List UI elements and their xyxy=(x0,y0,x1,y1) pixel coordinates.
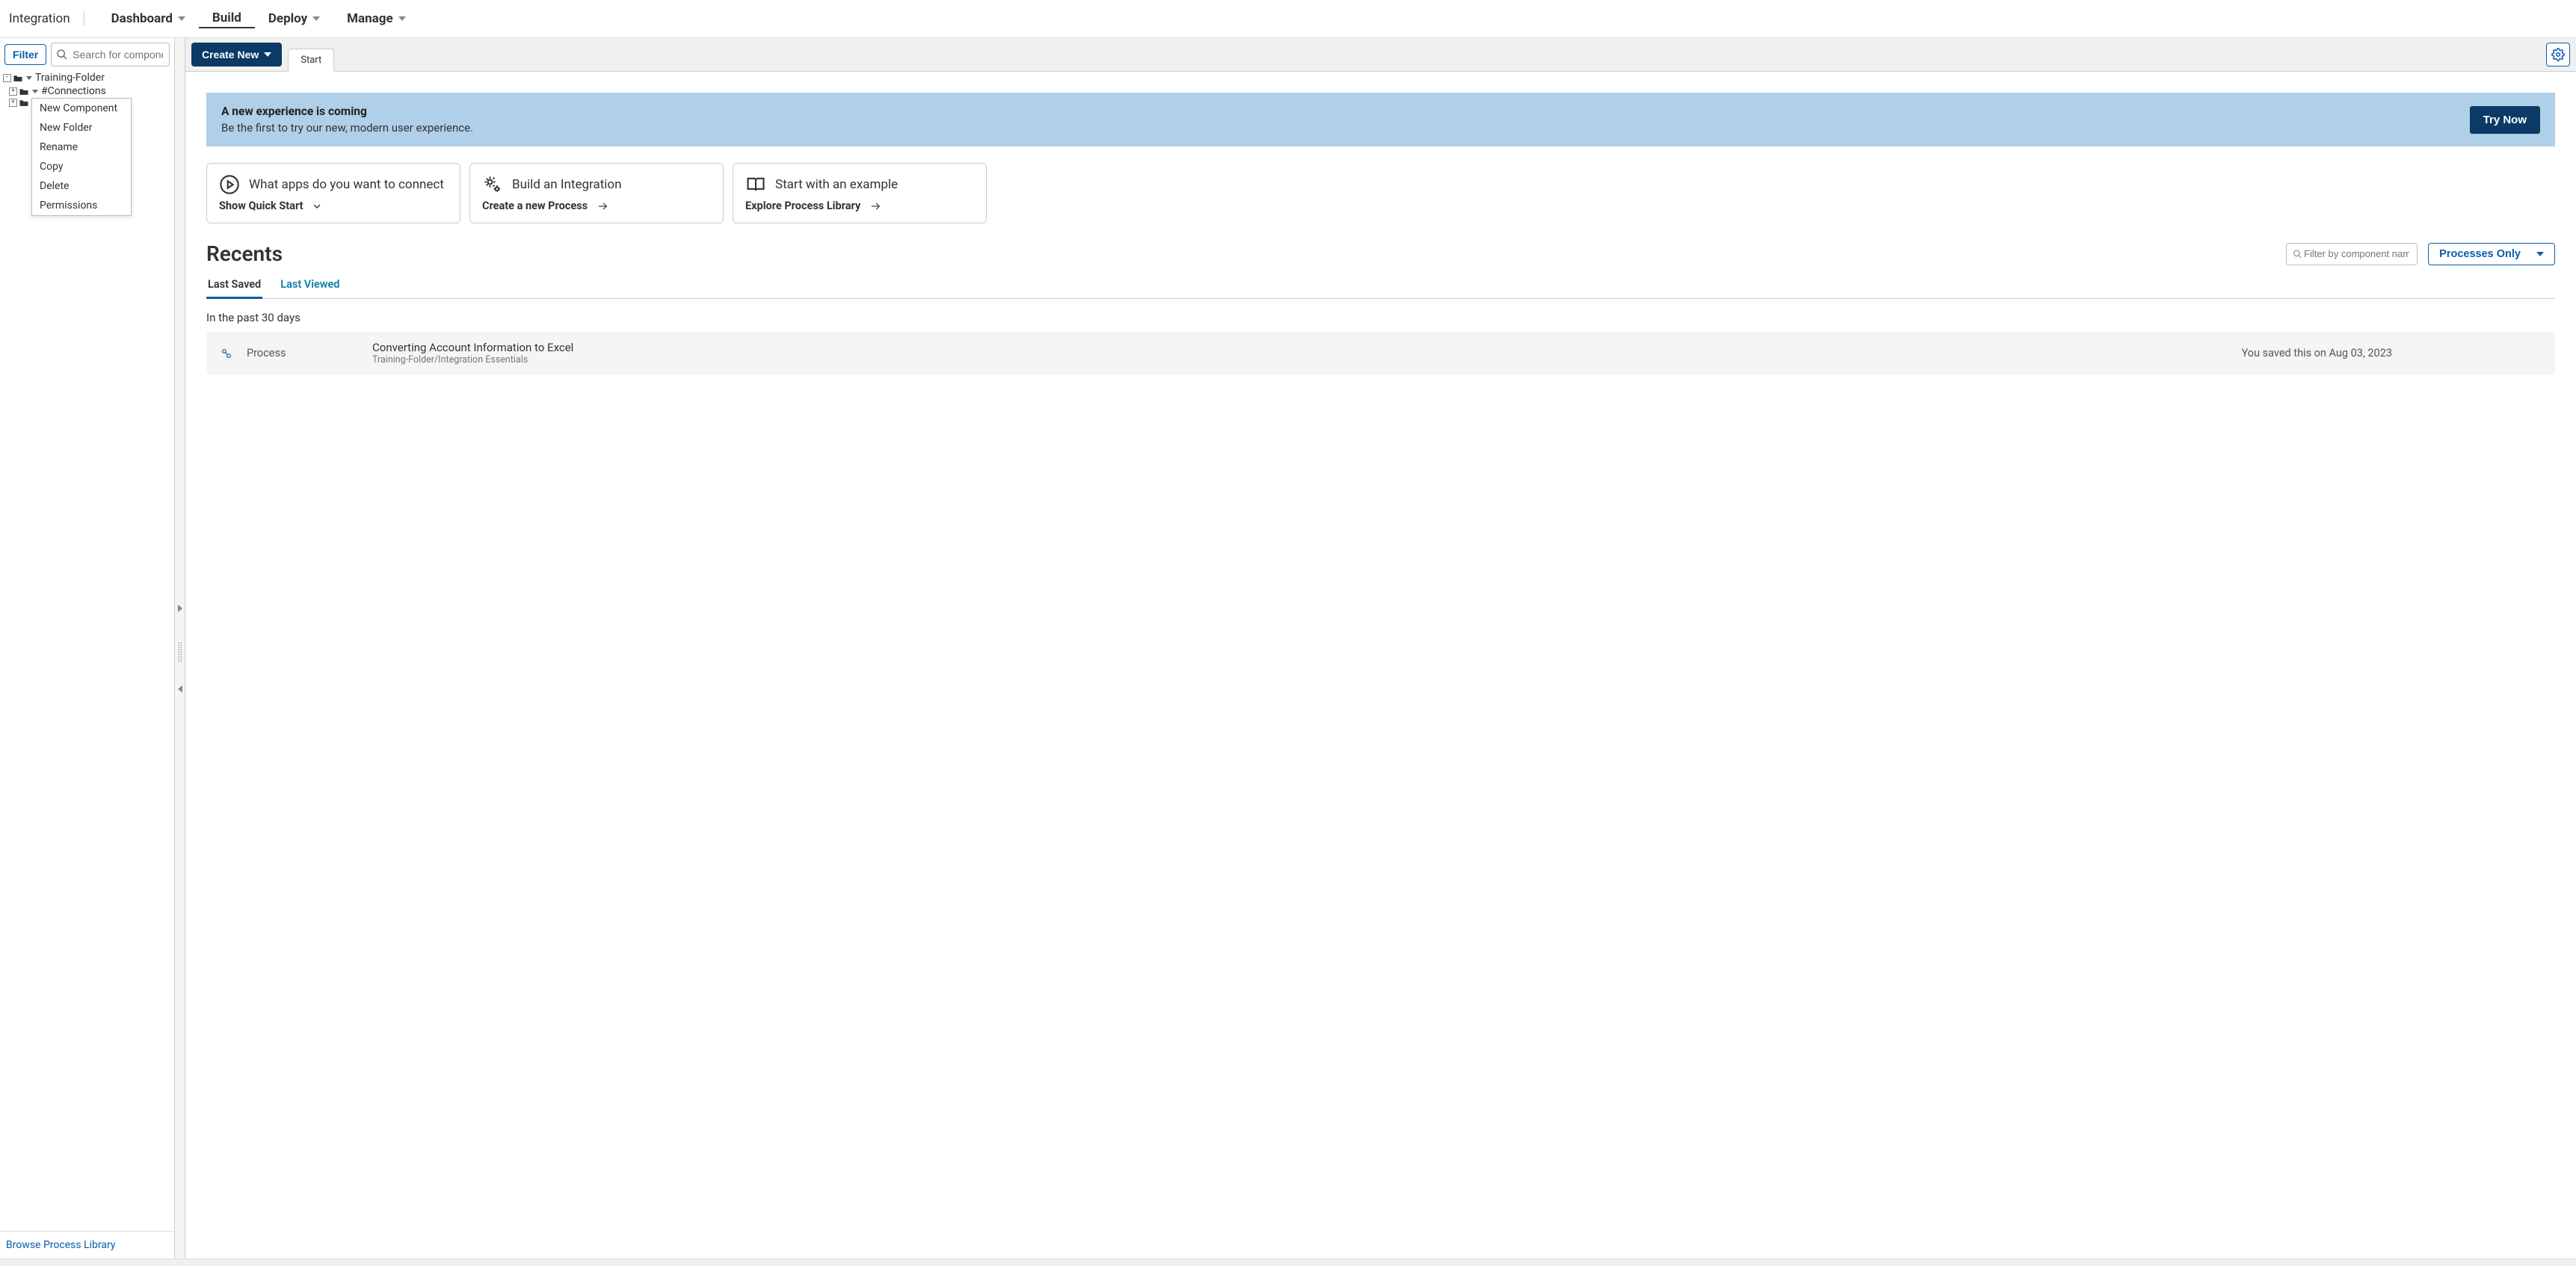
component-tree: − Training-Folder + #Connections + New C… xyxy=(0,70,174,1231)
explore-process-library-link[interactable]: Explore Process Library xyxy=(745,200,974,212)
recent-name: Converting Account Information to Excel xyxy=(372,341,2228,354)
ctx-rename[interactable]: Rename xyxy=(32,138,131,157)
nav-build[interactable]: Build xyxy=(199,10,255,28)
processes-only-button[interactable]: Processes Only xyxy=(2428,243,2555,265)
recent-type: Process xyxy=(247,347,359,359)
tree-child-0-label: #Connections xyxy=(41,85,106,97)
main-area: Create New Start A new experience is com… xyxy=(185,38,2576,1259)
card-2-link-label: Explore Process Library xyxy=(745,200,860,212)
tree-context-menu: New Component New Folder Rename Copy Del… xyxy=(31,98,132,216)
banner-subtitle: Be the first to try our new, modern user… xyxy=(221,121,2470,135)
search-input-wrap[interactable] xyxy=(51,43,170,67)
chevron-right-icon[interactable] xyxy=(178,605,182,612)
recent-path: Training-Folder/Integration Essentials xyxy=(372,354,2228,365)
search-icon xyxy=(2293,249,2302,259)
caret-down-icon xyxy=(264,52,271,57)
create-new-label: Create New xyxy=(202,49,259,61)
recents-filter-input[interactable] xyxy=(2302,247,2411,260)
tab-last-viewed-label: Last Viewed xyxy=(280,278,339,291)
ctx-new-component[interactable]: New Component xyxy=(32,99,131,118)
settings-button[interactable] xyxy=(2546,43,2570,67)
gear-icon xyxy=(2551,48,2565,61)
tree-row-root[interactable]: − Training-Folder xyxy=(0,71,174,84)
caret-down-icon xyxy=(312,16,320,21)
show-quick-start-link[interactable]: Show Quick Start xyxy=(219,200,448,212)
top-nav: Integration Dashboard Build Deploy Manag… xyxy=(0,0,2576,38)
book-open-icon xyxy=(745,174,766,195)
nav-dashboard[interactable]: Dashboard xyxy=(98,11,199,26)
nav-build-label: Build xyxy=(212,10,241,25)
resize-gutter[interactable] xyxy=(175,38,185,1259)
chevron-left-icon[interactable] xyxy=(178,685,182,693)
chevron-down-icon xyxy=(311,200,323,212)
gears-icon xyxy=(482,174,503,195)
sidebar-footer: Browse Process Library xyxy=(0,1231,174,1259)
tab-last-saved-label: Last Saved xyxy=(208,278,261,291)
nav-manage-label: Manage xyxy=(347,11,393,26)
recents-header: Recents Processes Only xyxy=(206,241,2555,266)
folder-open-icon xyxy=(13,74,23,82)
recent-date: You saved this on Aug 03, 2023 xyxy=(2242,347,2542,359)
search-icon xyxy=(56,49,68,61)
caret-down-icon[interactable] xyxy=(26,76,32,80)
arrow-right-icon xyxy=(868,201,883,211)
ctx-new-folder[interactable]: New Folder xyxy=(32,118,131,138)
brand-label: Integration xyxy=(9,11,84,26)
recents-tabs: Last Saved Last Viewed xyxy=(206,272,2555,299)
tab-last-viewed[interactable]: Last Viewed xyxy=(279,272,341,298)
ctx-copy[interactable]: Copy xyxy=(32,157,131,176)
create-new-button[interactable]: Create New xyxy=(191,43,282,67)
caret-down-icon xyxy=(178,16,185,21)
nav-deploy[interactable]: Deploy xyxy=(255,11,333,26)
tab-start-label: Start xyxy=(301,55,321,66)
recents-title: Recents xyxy=(206,241,283,266)
ctx-permissions[interactable]: Permissions xyxy=(32,196,131,215)
tree-root-label: Training-Folder xyxy=(35,72,105,84)
play-circle-icon xyxy=(219,174,240,195)
folder-icon xyxy=(19,99,29,107)
sidebar: Filter − Training-Folder + #Connections … xyxy=(0,38,175,1259)
card-0-title: What apps do you want to connect xyxy=(249,177,444,192)
caret-down-icon[interactable] xyxy=(32,90,38,93)
main-toolbar: Create New Start xyxy=(185,38,2576,72)
cards-row: What apps do you want to connect Show Qu… xyxy=(206,163,2555,223)
expand-icon[interactable]: + xyxy=(9,87,17,96)
arrow-right-icon xyxy=(595,201,610,211)
recent-item[interactable]: Process Converting Account Information t… xyxy=(206,332,2555,374)
drag-handle-icon[interactable] xyxy=(178,642,182,663)
banner: A new experience is coming Be the first … xyxy=(206,93,2555,146)
tab-start[interactable]: Start xyxy=(288,49,334,72)
folder-icon xyxy=(19,87,29,96)
create-new-process-link[interactable]: Create a new Process xyxy=(482,200,711,212)
caret-down-icon xyxy=(398,16,406,21)
nav-manage[interactable]: Manage xyxy=(333,11,419,26)
card-1-link-label: Create a new Process xyxy=(482,200,588,212)
card-build-integration: Build an Integration Create a new Proces… xyxy=(469,163,724,223)
card-start-example: Start with an example Explore Process Li… xyxy=(733,163,987,223)
expand-icon[interactable]: + xyxy=(9,99,17,107)
card-connect-apps: What apps do you want to connect Show Qu… xyxy=(206,163,460,223)
recents-filter-wrap[interactable] xyxy=(2286,243,2418,265)
try-now-button[interactable]: Try Now xyxy=(2470,106,2540,134)
bottom-bar xyxy=(0,1259,2576,1266)
tree-row-connections[interactable]: + #Connections xyxy=(0,84,174,98)
process-icon xyxy=(220,347,233,360)
banner-title: A new experience is coming xyxy=(221,105,2470,118)
browse-process-library-link[interactable]: Browse Process Library xyxy=(6,1239,115,1251)
card-2-title: Start with an example xyxy=(775,177,898,192)
content: A new experience is coming Be the first … xyxy=(185,72,2576,1259)
component-search-input[interactable] xyxy=(71,48,164,61)
caret-down-icon xyxy=(2536,252,2544,256)
recents-section-label: In the past 30 days xyxy=(206,311,2555,324)
processes-only-label: Processes Only xyxy=(2439,248,2521,260)
ctx-delete[interactable]: Delete xyxy=(32,176,131,196)
filter-button[interactable]: Filter xyxy=(4,44,46,65)
nav-dashboard-label: Dashboard xyxy=(111,11,173,26)
card-1-title: Build an Integration xyxy=(512,177,621,192)
nav-deploy-label: Deploy xyxy=(268,11,307,26)
collapse-icon[interactable]: − xyxy=(3,74,11,82)
tab-last-saved[interactable]: Last Saved xyxy=(206,272,262,299)
card-0-link-label: Show Quick Start xyxy=(219,200,303,212)
